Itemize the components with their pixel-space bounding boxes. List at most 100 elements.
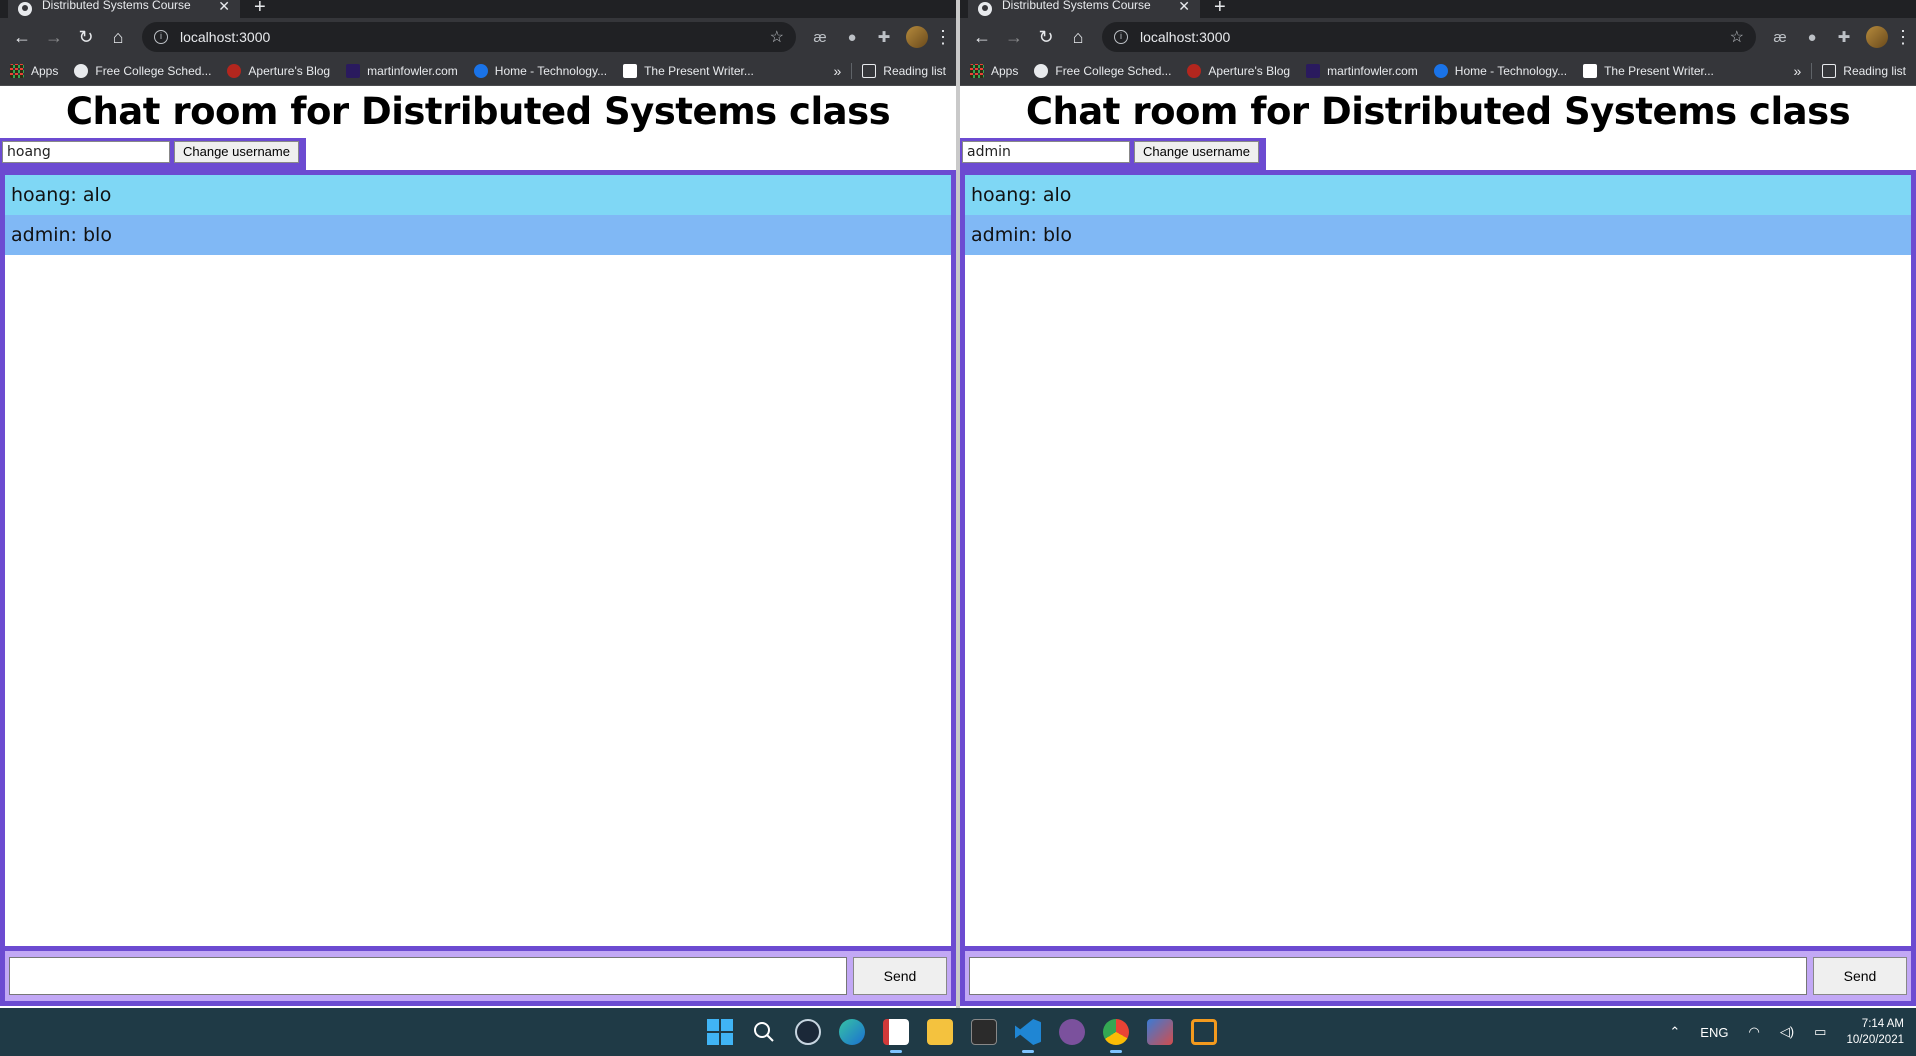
reading-list[interactable]: Reading list <box>1822 63 1906 78</box>
snipping-tool-icon[interactable] <box>874 1008 918 1056</box>
bookmark-star-icon[interactable]: ☆ <box>1730 27 1744 47</box>
windows-taskbar: ⌃ ENG ◠ ◁) ▭ 7:14 AM 10/20/2021 <box>0 1008 1916 1056</box>
tab-title: Distributed Systems Course <box>1002 0 1151 12</box>
file-explorer-icon[interactable] <box>918 1008 962 1056</box>
bookmark-separator <box>851 62 853 79</box>
menu-kebab-icon[interactable]: ⋮ <box>934 27 952 48</box>
new-tab-icon[interactable]: + <box>254 0 266 19</box>
browser-tab[interactable]: Distributed Systems Course ✕ <box>968 0 1200 18</box>
f-logo-icon <box>346 63 361 78</box>
message-item: admin: blo <box>965 215 1911 255</box>
reload-icon[interactable]: ↻ <box>1030 27 1062 48</box>
send-button[interactable]: Send <box>853 957 947 995</box>
reload-icon[interactable]: ↻ <box>70 27 102 48</box>
steam-icon[interactable] <box>786 1008 830 1056</box>
wifi-icon[interactable]: ◠ <box>1748 1024 1759 1040</box>
bookmark-item[interactable]: Aperture's Blog <box>227 63 330 78</box>
chat-page: Chat room for Distributed Systems class … <box>0 86 956 1006</box>
url-text: localhost:3000 <box>1140 29 1231 45</box>
chevron-up-icon[interactable]: ⌃ <box>1669 1024 1680 1040</box>
bookmark-item[interactable]: martinfowler.com <box>1306 63 1418 78</box>
bookmark-item[interactable]: martinfowler.com <box>346 63 458 78</box>
photos-icon[interactable] <box>1138 1008 1182 1056</box>
username-form: Change username <box>960 138 1266 170</box>
forward-icon[interactable]: → <box>38 27 70 48</box>
home-icon[interactable]: ⌂ <box>1062 27 1094 48</box>
profile-avatar[interactable] <box>1866 26 1888 48</box>
change-username-button[interactable]: Change username <box>174 140 299 163</box>
bookmark-item[interactable]: The Present Writer... <box>623 63 754 78</box>
volume-icon[interactable]: ◁) <box>1780 1024 1794 1040</box>
bookmark-apps[interactable]: Apps <box>10 63 58 78</box>
message-input[interactable] <box>969 957 1807 995</box>
bookmark-item[interactable]: The Present Writer... <box>1583 63 1714 78</box>
more-bookmarks-icon[interactable]: » <box>1794 63 1802 79</box>
compose-bar: Send <box>960 946 1916 1006</box>
profile-avatar[interactable] <box>906 26 928 48</box>
chat-page: Chat room for Distributed Systems class … <box>960 86 1916 1006</box>
search-icon[interactable] <box>742 1008 786 1056</box>
vscode-icon[interactable] <box>1006 1008 1050 1056</box>
username-input[interactable] <box>962 140 1130 163</box>
tab-title: Distributed Systems Course <box>42 0 191 12</box>
back-icon[interactable]: ← <box>6 27 38 48</box>
reading-list[interactable]: Reading list <box>862 63 946 78</box>
more-bookmarks-icon[interactable]: » <box>834 63 842 79</box>
puzzle-extensions-icon[interactable]: ✚ <box>868 28 900 46</box>
bookmark-item[interactable]: Home - Technology... <box>473 63 607 78</box>
tab-strip: Distributed Systems Course ✕ + <box>960 0 1916 18</box>
favicon-icon <box>18 2 32 16</box>
bookmark-star-icon[interactable]: ☆ <box>770 27 784 47</box>
bookmark-item[interactable]: Aperture's Blog <box>1187 63 1290 78</box>
f-logo-icon <box>1306 63 1321 78</box>
address-bar[interactable]: i localhost:3000 ☆ <box>142 22 796 52</box>
browser-tab[interactable]: Distributed Systems Course ✕ <box>8 0 240 18</box>
send-button[interactable]: Send <box>1813 957 1907 995</box>
taskbar-apps <box>698 1008 1226 1056</box>
viber-icon[interactable] <box>1050 1008 1094 1056</box>
close-tab-icon[interactable]: ✕ <box>218 0 230 15</box>
bookmarks-bar: Apps Free College Sched... Aperture's Bl… <box>0 56 956 86</box>
new-tab-icon[interactable]: + <box>1214 0 1226 19</box>
vmware-icon[interactable] <box>1182 1008 1226 1056</box>
puzzle-extensions-icon[interactable]: ✚ <box>1828 28 1860 46</box>
browser-window-left: Distributed Systems Course ✕ + ← → ↻ ⌂ i… <box>0 0 956 1008</box>
username-form: Change username <box>0 138 306 170</box>
terminal-icon[interactable] <box>962 1008 1006 1056</box>
extension-2-icon[interactable]: ● <box>836 29 868 46</box>
p-logo-icon <box>1583 63 1598 78</box>
chrome-icon[interactable] <box>1094 1008 1138 1056</box>
p-logo-icon <box>623 63 638 78</box>
bookmark-apps[interactable]: Apps <box>970 63 1018 78</box>
system-tray: ⌃ ENG ◠ ◁) ▭ 7:14 AM 10/20/2021 <box>1659 1008 1904 1056</box>
site-info-icon[interactable]: i <box>154 30 168 44</box>
url-text: localhost:3000 <box>180 29 271 45</box>
message-list[interactable]: hoang: alo admin: blo <box>0 170 956 946</box>
clock[interactable]: 7:14 AM 10/20/2021 <box>1846 1016 1904 1048</box>
edge-icon[interactable] <box>830 1008 874 1056</box>
start-icon[interactable] <box>698 1008 742 1056</box>
technology-icon <box>473 63 488 78</box>
message-input[interactable] <box>9 957 847 995</box>
language-indicator[interactable]: ENG <box>1700 1025 1728 1040</box>
change-username-button[interactable]: Change username <box>1134 140 1259 163</box>
address-bar[interactable]: i localhost:3000 ☆ <box>1102 22 1756 52</box>
forward-icon[interactable]: → <box>998 27 1030 48</box>
tab-strip: Distributed Systems Course ✕ + <box>0 0 956 18</box>
username-input[interactable] <box>2 140 170 163</box>
extension-icon[interactable]: æ <box>1764 29 1796 46</box>
favicon-icon <box>978 2 992 16</box>
menu-kebab-icon[interactable]: ⋮ <box>1894 27 1912 48</box>
bookmark-item[interactable]: Home - Technology... <box>1433 63 1567 78</box>
apps-grid-icon <box>970 63 984 78</box>
extension-icon[interactable]: æ <box>804 29 836 46</box>
message-list[interactable]: hoang: alo admin: blo <box>960 170 1916 946</box>
extension-2-icon[interactable]: ● <box>1796 29 1828 46</box>
site-info-icon[interactable]: i <box>1114 30 1128 44</box>
home-icon[interactable]: ⌂ <box>102 27 134 48</box>
bookmark-item[interactable]: Free College Sched... <box>74 63 211 78</box>
back-icon[interactable]: ← <box>966 27 998 48</box>
battery-icon[interactable]: ▭ <box>1814 1024 1826 1040</box>
bookmark-item[interactable]: Free College Sched... <box>1034 63 1171 78</box>
close-tab-icon[interactable]: ✕ <box>1178 0 1190 15</box>
